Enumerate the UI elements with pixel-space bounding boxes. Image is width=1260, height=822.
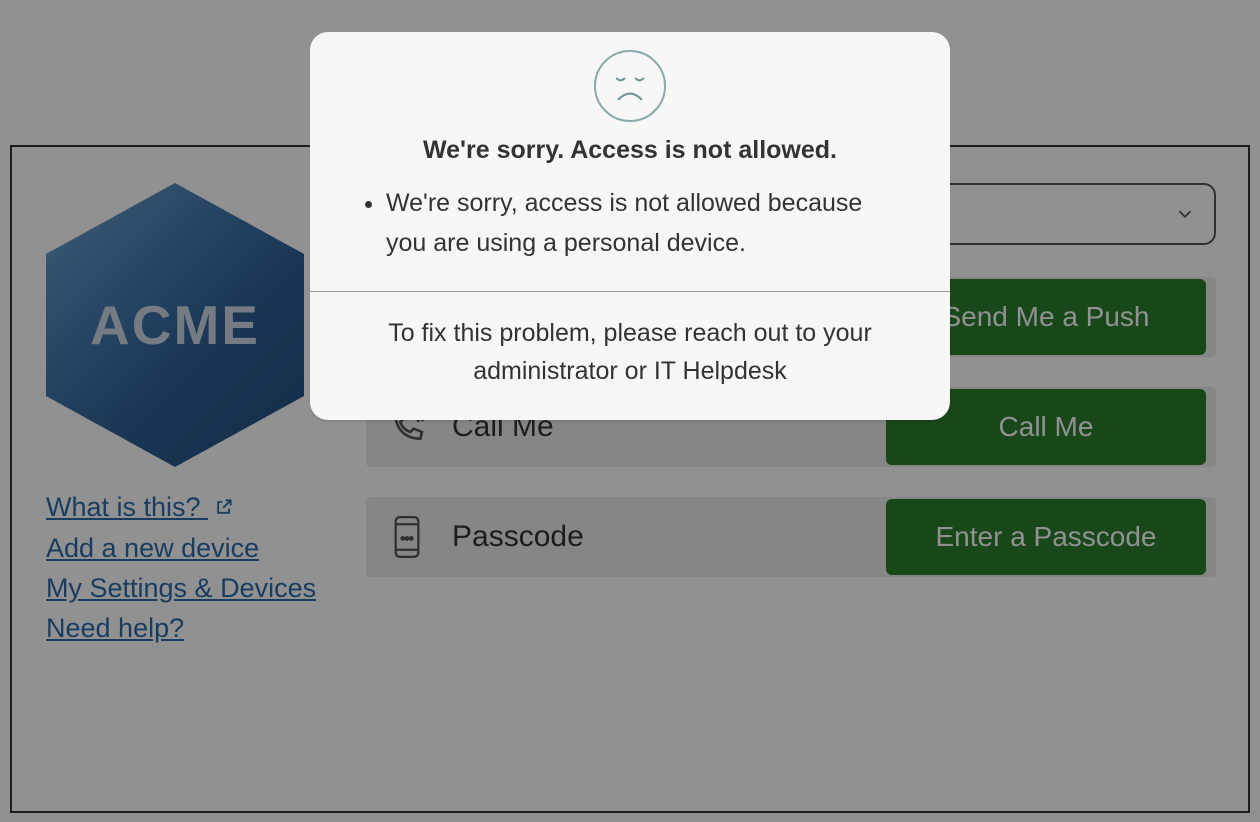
access-denied-modal: We're sorry. Access is not allowed. We'r…	[310, 32, 950, 420]
modal-help-text: To fix this problem, please reach out to…	[310, 292, 950, 420]
modal-title: We're sorry. Access is not allowed.	[352, 136, 908, 165]
modal-content: We're sorry. Access is not allowed. We'r…	[310, 32, 950, 291]
sad-face-icon	[594, 50, 666, 122]
modal-reason-item: We're sorry, access is not allowed becau…	[386, 183, 908, 263]
modal-reason-list: We're sorry, access is not allowed becau…	[352, 183, 908, 263]
